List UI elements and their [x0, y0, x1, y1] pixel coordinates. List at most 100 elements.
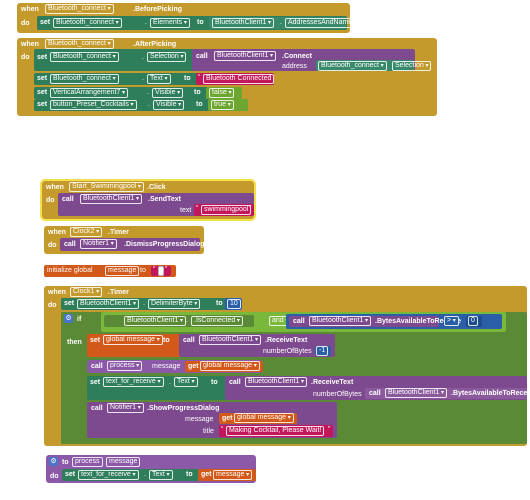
call-bytes-available-block[interactable]: call BluetoothClient1 .BytesAvailableToR…: [289, 316, 461, 327]
text-literal-value[interactable]: Bluetooth Connected: [203, 74, 275, 84]
component-dropdown[interactable]: Clock1: [70, 287, 103, 297]
call-object-dropdown[interactable]: BluetoothClient1: [199, 335, 262, 345]
set-target-dropdown[interactable]: VerticalArrangement7: [50, 88, 129, 98]
call-sendtext-block[interactable]: call BluetoothClient1 .SendText text “ s…: [58, 193, 254, 216]
call-show-progress-block[interactable]: call Notifier1 .ShowProgressDialog messa…: [87, 402, 337, 438]
set-visible-arrangement-block[interactable]: set VerticalArrangement7 . Visible to fa…: [34, 87, 242, 99]
text-literal-block[interactable]: “ swimmingpool ”: [194, 204, 254, 216]
call-object-dropdown[interactable]: BluetoothClient1: [80, 194, 143, 204]
set-property-dropdown[interactable]: Text: [174, 377, 198, 387]
gear-icon[interactable]: ⚙: [64, 314, 73, 323]
when-keyword: when: [48, 289, 66, 296]
set-target-dropdown[interactable]: text_for_receive: [78, 470, 139, 480]
empty-text-block[interactable]: “ ”: [151, 266, 171, 276]
set-target-dropdown[interactable]: Bluetooth_connect: [50, 52, 119, 62]
procedure-process-definition[interactable]: ⚙ to process message do set text_for_rec…: [46, 455, 256, 483]
call-process-block[interactable]: call process message get global message: [87, 360, 263, 373]
variable-dropdown[interactable]: global message: [200, 361, 260, 371]
number-block[interactable]: -1: [315, 346, 331, 356]
address-getter-block[interactable]: Bluetooth_connect Selection: [316, 60, 432, 71]
call-receivetext-block[interactable]: call BluetoothClient1 .ReceiveText numbe…: [225, 376, 530, 400]
event-before-picking[interactable]: when Bluetooth_connect .BeforePicking do…: [17, 3, 364, 33]
call-object-dropdown[interactable]: BluetoothClient1: [245, 377, 308, 387]
set-property-dropdown[interactable]: Visible: [152, 88, 184, 98]
number-value[interactable]: 10: [227, 299, 241, 309]
call-object-dropdown[interactable]: Notifier1: [80, 239, 117, 249]
component-dropdown[interactable]: Bluetooth_connect: [45, 4, 114, 14]
call-object-dropdown[interactable]: BluetoothClient1: [214, 51, 277, 61]
boolean-value[interactable]: false: [209, 88, 235, 98]
set-visible-cocktails-block[interactable]: set button_Preset_Cocktails . Visible to…: [34, 99, 248, 111]
event-swimmingpool-click[interactable]: when Start_Swimmingpool .Click do call B…: [40, 179, 256, 221]
getter-property-dropdown[interactable]: .IsConnected: [191, 316, 243, 326]
set-property-dropdown[interactable]: Elements: [150, 18, 190, 28]
text-literal-block[interactable]: “ Making Cocktail, Please Wait! ”: [219, 425, 333, 437]
if-block[interactable]: ⚙ if BluetoothClient1 . .IsConnected and…: [61, 312, 530, 444]
text-literal-value[interactable]: [158, 266, 164, 276]
set-delimiter-block[interactable]: set BluetoothClient1 . DelimiterByte to …: [61, 298, 242, 310]
get-global-message-block[interactable]: get global message: [219, 413, 297, 424]
text-literal-value[interactable]: swimmingpool: [201, 205, 252, 215]
variable-dropdown[interactable]: message: [213, 470, 253, 480]
text-literal-block[interactable]: “ Bluetooth Connected ”: [196, 73, 275, 85]
set-property-dropdown[interactable]: Text: [149, 470, 173, 480]
variable-dropdown[interactable]: global message: [103, 335, 163, 345]
false-boolean-block[interactable]: false: [206, 87, 242, 99]
procedure-name-field[interactable]: process: [72, 457, 103, 467]
is-connected-block[interactable]: BluetoothClient1 . .IsConnected: [104, 315, 254, 327]
set-property-dropdown[interactable]: Selection: [147, 52, 187, 62]
set-elements-block[interactable]: set Bluetooth_connect . Elements to Blue…: [37, 16, 364, 30]
to-keyword: to: [194, 89, 201, 96]
initialize-global-block[interactable]: initialize global message to “ ”: [44, 265, 176, 277]
set-property-dropdown[interactable]: DelimiterByte: [148, 299, 201, 309]
call-object-dropdown[interactable]: Notifier1: [107, 403, 144, 413]
number-block[interactable]: 0: [466, 316, 482, 327]
set-target-dropdown[interactable]: Bluetooth_connect: [50, 74, 119, 84]
get-message-block[interactable]: get message: [198, 469, 256, 481]
set-target-dropdown[interactable]: button_Preset_Cocktails: [50, 100, 137, 110]
call-bytes-available-block[interactable]: call BluetoothClient1 .BytesAvailableToR…: [365, 388, 530, 399]
set-property-dropdown[interactable]: Visible: [153, 100, 185, 110]
compare-block[interactable]: call BluetoothClient1 .BytesAvailableToR…: [286, 314, 502, 329]
event-clock2-timer[interactable]: when Clock2 .Timer do call Notifier1 .Di…: [44, 226, 205, 254]
text-literal-value[interactable]: Making Cocktail, Please Wait!: [226, 426, 325, 436]
compare-operator-dropdown[interactable]: >: [444, 316, 459, 326]
component-dropdown[interactable]: Start_Swimmingpool: [69, 182, 144, 192]
set-target-dropdown[interactable]: text_for_receive: [103, 377, 164, 387]
set-text-block[interactable]: set Bluetooth_connect . Text to “ Blueto…: [34, 73, 275, 85]
set-target-dropdown[interactable]: Bluetooth_connect: [53, 18, 122, 28]
getter-property-dropdown[interactable]: AddressesAndNames: [285, 18, 364, 28]
getter-object-dropdown[interactable]: BluetoothClient1: [212, 18, 275, 28]
call-object-dropdown[interactable]: BluetoothClient1: [385, 388, 448, 398]
true-boolean-block[interactable]: true: [208, 99, 248, 111]
call-dismiss-block[interactable]: call Notifier1 .DismissProgressDialog: [60, 238, 205, 251]
procedure-dropdown[interactable]: process: [107, 361, 143, 371]
boolean-value[interactable]: true: [211, 100, 234, 110]
set-target-dropdown[interactable]: BluetoothClient1: [77, 299, 140, 309]
call-connect-block[interactable]: call BluetoothClient1 .Connect address B…: [192, 49, 432, 71]
and-block[interactable]: BluetoothClient1 . .IsConnected and call…: [101, 312, 506, 332]
variable-name-field[interactable]: message: [105, 266, 140, 276]
variable-dropdown[interactable]: global message: [234, 413, 294, 423]
do-keyword: do: [50, 473, 59, 480]
component-dropdown[interactable]: Clock2: [70, 227, 103, 237]
call-receivetext-block[interactable]: call BluetoothClient1 .ReceiveText numbe…: [179, 334, 335, 357]
getter-object-dropdown[interactable]: BluetoothClient1: [124, 316, 187, 326]
set-text-for-receive-block[interactable]: set text_for_receive . Text to get messa…: [62, 469, 256, 481]
component-getter-block[interactable]: BluetoothClient1 . AddressesAndNames: [209, 17, 364, 29]
set-text-for-receive-block[interactable]: set text_for_receive . Text to call Blue…: [87, 376, 530, 400]
set-selection-block[interactable]: set Bluetooth_connect . Selection to: [34, 49, 204, 71]
event-after-picking[interactable]: when Bluetooth_connect .AfterPicking do …: [17, 38, 437, 116]
event-clock1-timer[interactable]: when Clock1 .Timer do set BluetoothClien…: [44, 286, 530, 446]
number-value[interactable]: 0: [468, 316, 478, 326]
get-global-message-block[interactable]: get global message: [185, 361, 263, 372]
component-dropdown[interactable]: Bluetooth_connect: [45, 39, 114, 49]
set-property-dropdown[interactable]: Text: [147, 74, 171, 84]
getter-property-dropdown[interactable]: Selection: [392, 61, 432, 71]
call-object-dropdown[interactable]: BluetoothClient1: [309, 316, 372, 326]
number-block[interactable]: 10: [225, 298, 242, 310]
getter-object-dropdown[interactable]: Bluetooth_connect: [318, 61, 387, 71]
set-global-message-block[interactable]: set global message to call BluetoothClie…: [87, 334, 335, 357]
number-value[interactable]: -1: [316, 346, 329, 356]
gear-icon[interactable]: ⚙: [49, 457, 58, 466]
